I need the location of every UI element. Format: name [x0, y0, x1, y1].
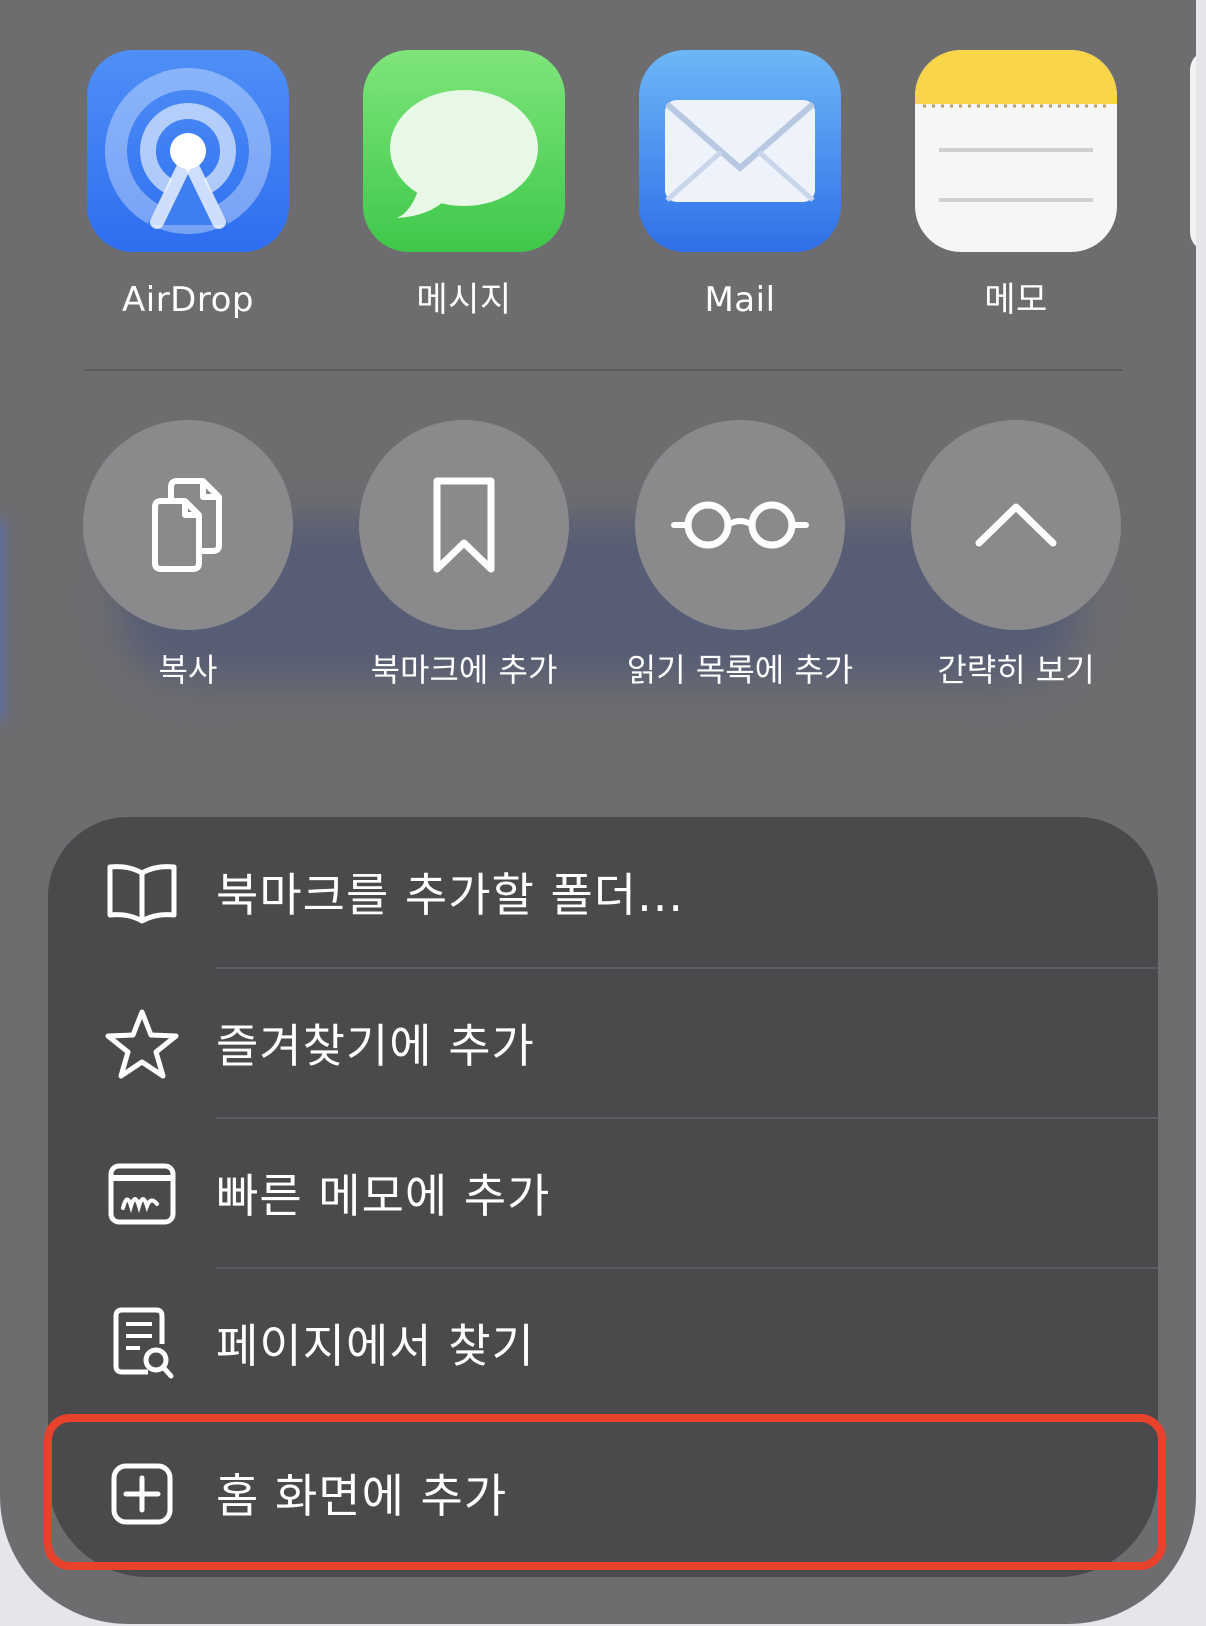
- mail-icon: [639, 50, 841, 252]
- menu-item-find-in-page[interactable]: 페이지에서 찾기: [48, 1268, 1158, 1418]
- notes-icon: [915, 50, 1117, 252]
- background-glow: [0, 520, 4, 720]
- action-reading-list[interactable]: 읽기 목록에 추가: [610, 420, 870, 690]
- glasses-icon: [635, 420, 845, 630]
- find-in-page-icon: [104, 1306, 180, 1382]
- copy-icon: [83, 420, 293, 630]
- app-notes[interactable]: 메모: [906, 50, 1126, 320]
- app-row: AirDrop 메시지 Mail 메모: [0, 0, 1196, 340]
- app-mail[interactable]: Mail: [630, 50, 850, 320]
- menu-label: 즐겨찾기에 추가: [216, 1019, 535, 1073]
- app-label: AirDrop: [122, 280, 254, 320]
- share-sheet: AirDrop 메시지 Mail 메모 복사 북마크에 추가 읽기 목록에 추가…: [0, 0, 1196, 1624]
- menu-item-bookmark-folder[interactable]: 북마크를 추가할 폴더...: [48, 817, 1158, 967]
- menu-label: 홈 화면에 추가: [216, 1469, 508, 1523]
- app-partial-next[interactable]: [1190, 50, 1196, 252]
- action-menu: 북마크를 추가할 폴더... 즐겨찾기에 추가 빠른 메모에 추가 페이지에서 …: [48, 817, 1158, 1577]
- menu-label: 빠른 메모에 추가: [216, 1169, 551, 1223]
- star-icon: [104, 1006, 180, 1082]
- action-show-less[interactable]: 간략히 보기: [886, 420, 1146, 690]
- action-label: 읽기 목록에 추가: [626, 651, 854, 689]
- action-label: 복사: [158, 651, 218, 689]
- section-divider: [84, 369, 1122, 371]
- quick-note-icon: [104, 1156, 180, 1232]
- menu-item-favorites[interactable]: 즐겨찾기에 추가: [48, 968, 1158, 1118]
- app-label: 메시지: [416, 280, 512, 320]
- app-airdrop[interactable]: AirDrop: [78, 50, 298, 320]
- bookmark-icon: [359, 420, 569, 630]
- action-copy[interactable]: 복사: [58, 420, 318, 690]
- action-label: 북마크에 추가: [370, 651, 558, 689]
- messages-icon: [363, 50, 565, 252]
- airdrop-icon: [87, 50, 289, 252]
- app-label: 메모: [984, 280, 1048, 320]
- menu-label: 북마크를 추가할 폴더...: [216, 868, 684, 922]
- app-label: Mail: [704, 280, 776, 320]
- app-messages[interactable]: 메시지: [354, 50, 574, 320]
- menu-item-quick-note[interactable]: 빠른 메모에 추가: [48, 1118, 1158, 1268]
- action-label: 간략히 보기: [937, 651, 1095, 689]
- book-icon: [104, 855, 180, 931]
- menu-label: 페이지에서 찾기: [216, 1319, 535, 1373]
- chevron-up-icon: [911, 420, 1121, 630]
- add-square-icon: [104, 1456, 180, 1532]
- action-bookmark[interactable]: 북마크에 추가: [334, 420, 594, 690]
- menu-item-add-to-home-screen[interactable]: 홈 화면에 추가: [48, 1418, 1158, 1568]
